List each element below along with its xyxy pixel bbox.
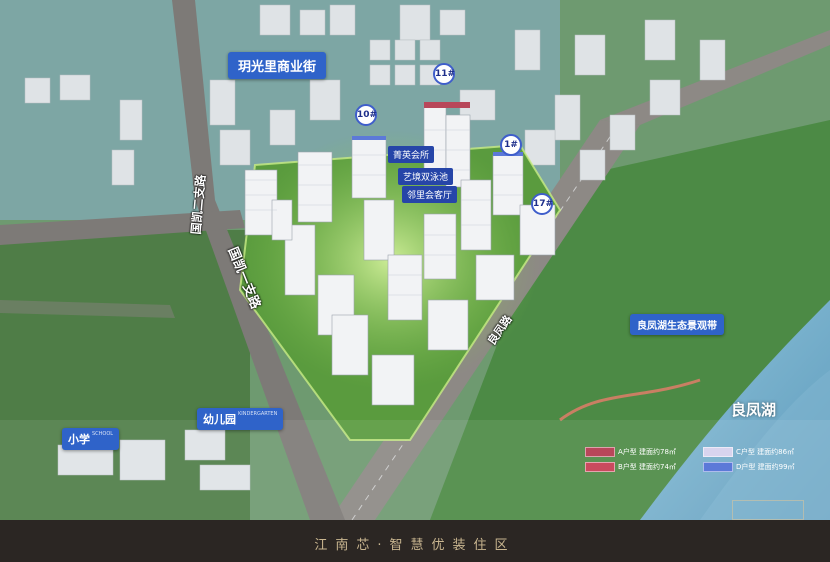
legend-text-c: C户型 建面约86㎡ xyxy=(736,448,795,456)
legend-swatch-d xyxy=(703,462,733,472)
commercial-street-tag: 玥光里商业街 xyxy=(228,52,327,79)
amenity-lounge: 邻里会客厅 xyxy=(402,186,458,203)
legend-item-b: B户型 建面约74㎡ xyxy=(585,462,676,472)
legend-swatch-c xyxy=(703,447,733,457)
footer-slogan: 江南芯·智慧优装住区 xyxy=(314,538,516,553)
lake-label: 良凤湖 xyxy=(731,401,777,419)
kindergarten-en-label: KINDERGARTEN xyxy=(238,411,278,417)
legend-swatch-a xyxy=(585,447,615,457)
building-pin-1[interactable]: 1# xyxy=(500,134,522,156)
aerial-map: 玥光里商业街 10# 11# 1# 17# 菁英会所 艺境双泳池 邻里会客厅 国… xyxy=(0,0,830,562)
building-pin-10[interactable]: 10# xyxy=(355,104,377,126)
legend-text-b: B户型 建面约74㎡ xyxy=(618,463,676,471)
amenity-clubhouse: 菁英会所 xyxy=(388,146,435,163)
kindergarten-label: 幼儿园 xyxy=(203,413,236,426)
building-pin-11[interactable]: 11# xyxy=(433,63,455,85)
legend-text-a: A户型 建面约78㎡ xyxy=(618,448,676,456)
school-en-label: SCHOOL xyxy=(92,431,114,437)
legend-text-d: D户型 建面约99㎡ xyxy=(736,463,795,471)
legend-swatch-b xyxy=(585,462,615,472)
legend-item-a: A户型 建面约78㎡ xyxy=(585,447,676,457)
amenity-pool: 艺境双泳池 xyxy=(398,168,454,185)
school-tag: 小学 SCHOOL xyxy=(62,428,120,450)
footer-bar: 江南芯·智慧优装住区 xyxy=(0,520,830,562)
legend-item-c: C户型 建面约86㎡ xyxy=(703,447,794,457)
school-label: 小学 xyxy=(68,433,90,446)
aerial-render xyxy=(0,0,830,520)
kindergarten-tag: 幼儿园 KINDERGARTEN xyxy=(197,408,284,430)
legend-item-d: D户型 建面约99㎡ xyxy=(703,462,795,472)
developer-logo xyxy=(732,500,804,520)
eco-band-tag: 良凤湖生态景观带 xyxy=(630,314,724,335)
building-pin-17[interactable]: 17# xyxy=(531,193,553,215)
